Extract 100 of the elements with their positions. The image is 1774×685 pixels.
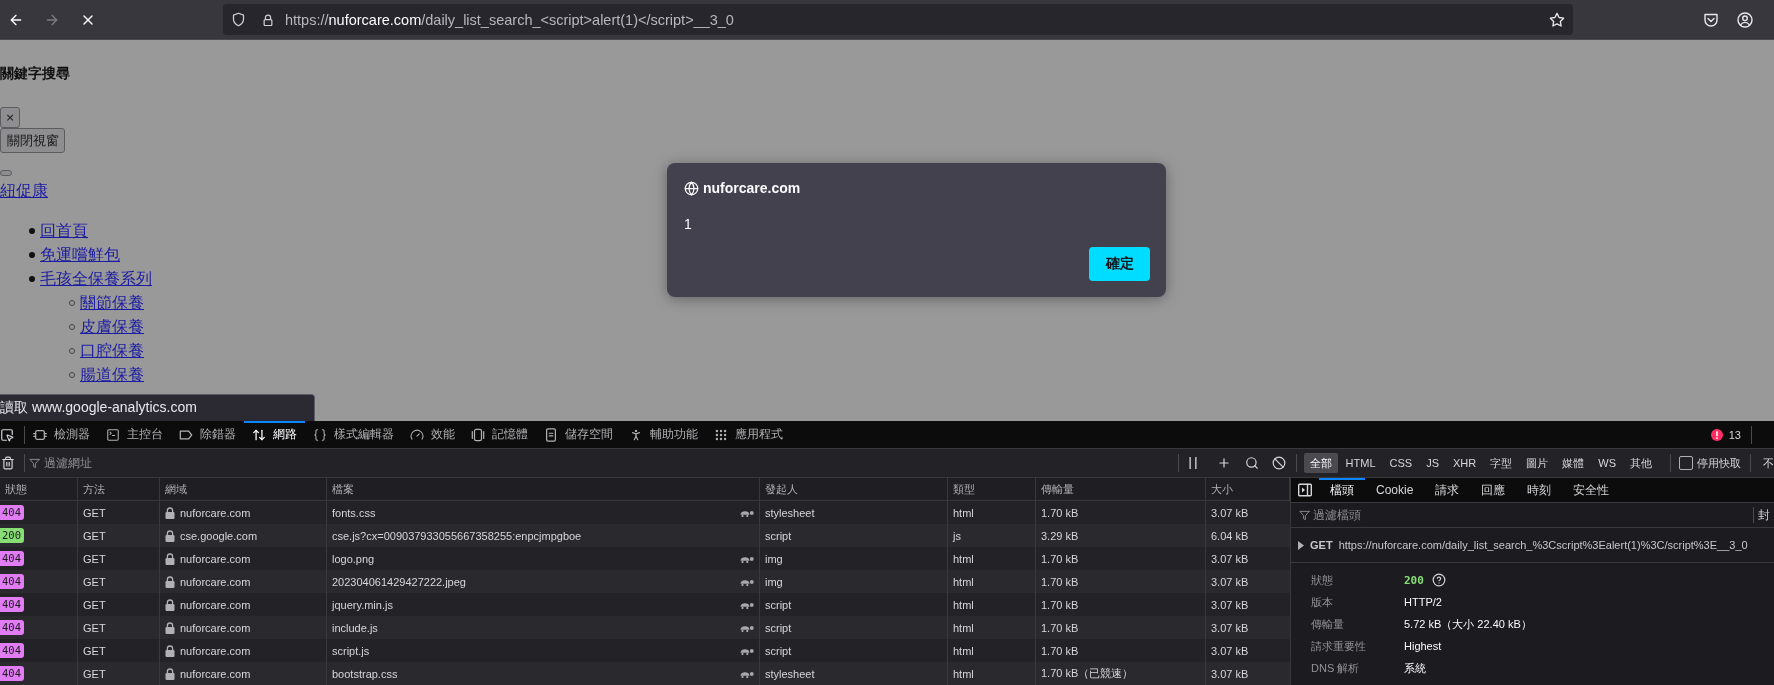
column-header[interactable]: 檔案 (327, 478, 760, 500)
checkbox-label[interactable]: 停用快取 (1697, 455, 1741, 471)
request-row[interactable]: 404 GET nuforcare.com bootstrap.css stylesheet html 1.70 kB（已競速） 3.07 kB (0, 662, 1290, 685)
type-filter-button[interactable]: 其他 (1624, 453, 1658, 473)
submenu-link[interactable]: 皮膚保養 (80, 315, 144, 339)
search-icon[interactable] (1244, 456, 1259, 470)
filter-icon (1299, 509, 1310, 521)
type-filter-button[interactable]: XHR (1447, 453, 1483, 473)
ok-button[interactable]: 確定 (1089, 247, 1150, 281)
submenu-link[interactable]: 關節保養 (80, 291, 144, 315)
block-button[interactable]: 封 (1753, 507, 1774, 523)
error-count[interactable]: 13 (1728, 428, 1741, 441)
expand-triangle-icon[interactable] (1298, 540, 1304, 550)
type-filter-button[interactable]: 媒體 (1556, 453, 1591, 473)
details-tab[interactable]: 檔頭 (1319, 478, 1365, 502)
lock-icon (165, 621, 175, 634)
column-header[interactable]: 發起人 (760, 478, 948, 500)
type-filter-button[interactable]: HTML (1339, 453, 1382, 473)
type-filter-button[interactable]: 圖片 (1520, 453, 1555, 473)
transferred-text: 1.70 kB (1041, 506, 1079, 519)
type-filter-button[interactable]: 字型 (1484, 453, 1519, 473)
devtools-tab[interactable]: 效能 (402, 421, 463, 448)
trash-icon[interactable] (1, 456, 15, 470)
block-icon[interactable] (1271, 456, 1286, 470)
submenu-link[interactable]: 腸道保養 (80, 363, 144, 387)
devtools-tab[interactable]: 檢測器 (25, 421, 98, 448)
devtools-tab[interactable]: 網路 (244, 421, 305, 448)
account-icon[interactable] (1737, 11, 1753, 28)
initiator-text: script (765, 529, 792, 542)
grid-dots-icon (714, 427, 728, 442)
menu-link[interactable]: 毛孩全保養系列 (40, 267, 152, 291)
method-text: GET (83, 598, 106, 611)
close-window-button[interactable]: 關閉視窗 (0, 128, 65, 153)
type-filter-button[interactable]: JS (1420, 453, 1446, 473)
method-text: GET (83, 529, 106, 542)
column-header[interactable]: 網域 (160, 478, 327, 500)
type-text: html (953, 598, 974, 611)
status-tooltip: 讀取 www.google-analytics.com (0, 394, 315, 421)
pointer-box-icon[interactable] (0, 427, 14, 442)
details-tab[interactable]: 回應 (1470, 478, 1517, 502)
devtools-tab[interactable]: 樣式編輯器 (305, 421, 402, 448)
details-tab[interactable]: 請求 (1424, 478, 1471, 502)
dialog-origin: nuforcare.com (703, 180, 801, 196)
panel-toggle-icon[interactable] (1298, 483, 1312, 497)
type-text: js (953, 529, 961, 542)
help-icon[interactable] (1431, 573, 1446, 587)
field-label: 傳輸量 (1311, 616, 1344, 632)
devtools-tab[interactable]: 記憶體 (463, 421, 536, 448)
status-badge: 404 (0, 574, 24, 589)
column-header[interactable]: 類型 (948, 478, 1036, 500)
status-badge: 404 (0, 666, 24, 681)
method-text: GET (83, 621, 106, 634)
transferred-text: 1.70 kB (1041, 621, 1079, 634)
method-text: GET (83, 552, 106, 565)
brand-link[interactable]: 紐促康 (0, 179, 48, 203)
status-code: 200 (1404, 573, 1424, 587)
status-badge: 200 (0, 528, 24, 543)
type-filter-button[interactable]: 全部 (1303, 453, 1338, 473)
request-row[interactable]: 200 GET cse.google.com cse.js?cx=009037933055667358255:enpcjmpgboe script js 3.29 kB 6.04 kB (0, 524, 1290, 547)
field-label: 請求重要性 (1311, 638, 1366, 654)
type-filter-button[interactable]: WS (1592, 453, 1622, 473)
star-icon[interactable] (1549, 11, 1565, 28)
address-bar[interactable]: https://nuforcare.com/daily_list_search_<script>alert(1)</script>__3_0 (223, 4, 1573, 35)
details-tab[interactable]: Cookie (1365, 478, 1425, 502)
request-row[interactable]: 404 GET nuforcare.com 202304061429427222.jpeg img html 1.70 kB 3.07 kB (0, 570, 1290, 593)
column-header[interactable]: 狀態 (0, 478, 78, 500)
braces-icon (313, 427, 327, 442)
status-badge: 404 (0, 551, 24, 566)
details-tab[interactable]: 安全性 (1562, 478, 1621, 502)
request-url: https://nuforcare.com/daily_list_search_%3Cscript%3Ealert(1)%3C/script%3E__3_0 (1338, 539, 1748, 551)
status-badge: 404 (0, 597, 24, 612)
field-label: 狀態 (1311, 572, 1333, 588)
column-header[interactable]: 方法 (78, 478, 160, 500)
plus-icon[interactable] (1216, 456, 1231, 470)
column-header[interactable]: 傳輸量 (1036, 478, 1206, 500)
url-filter-field[interactable]: 過濾網址 (25, 452, 1178, 474)
initiator-text: img (765, 575, 783, 588)
size-text: 3.07 kB (1211, 506, 1249, 519)
throttling-menu[interactable]: 不 (1763, 455, 1774, 471)
menu-link[interactable]: 免運嚐鮮包 (40, 243, 120, 267)
save-icon[interactable] (1703, 11, 1719, 28)
type-text: html (953, 506, 974, 519)
submenu-link[interactable]: 口腔保養 (80, 339, 144, 363)
domain-text: nuforcare.com (180, 506, 251, 519)
close-button[interactable]: × (0, 107, 20, 128)
pause-icon[interactable] (1188, 457, 1197, 469)
lock-icon (165, 552, 175, 565)
devtools-tab[interactable]: 儲存空間 (536, 421, 621, 448)
devtools-tab[interactable]: 應用程式 (706, 421, 791, 448)
request-row[interactable]: 404 GET nuforcare.com include.js script html 1.70 kB 3.07 kB (0, 616, 1290, 639)
menu-link[interactable]: 回首頁 (40, 219, 88, 243)
devtools-tab[interactable]: 輔助功能 (621, 421, 706, 448)
details-tab[interactable]: 時刻 (1516, 478, 1563, 502)
devtools-tab[interactable]: 除錯器 (171, 421, 244, 448)
checkbox[interactable] (1679, 456, 1693, 470)
domain-text: nuforcare.com (180, 644, 251, 657)
field-value: 5.72 kB（大小 22.40 kB） (1404, 616, 1532, 632)
header-filter-field[interactable]: 過濾檔頭 (1291, 504, 1753, 526)
type-filter-button[interactable]: CSS (1383, 453, 1419, 473)
devtools-tab[interactable]: 主控台 (98, 421, 171, 448)
